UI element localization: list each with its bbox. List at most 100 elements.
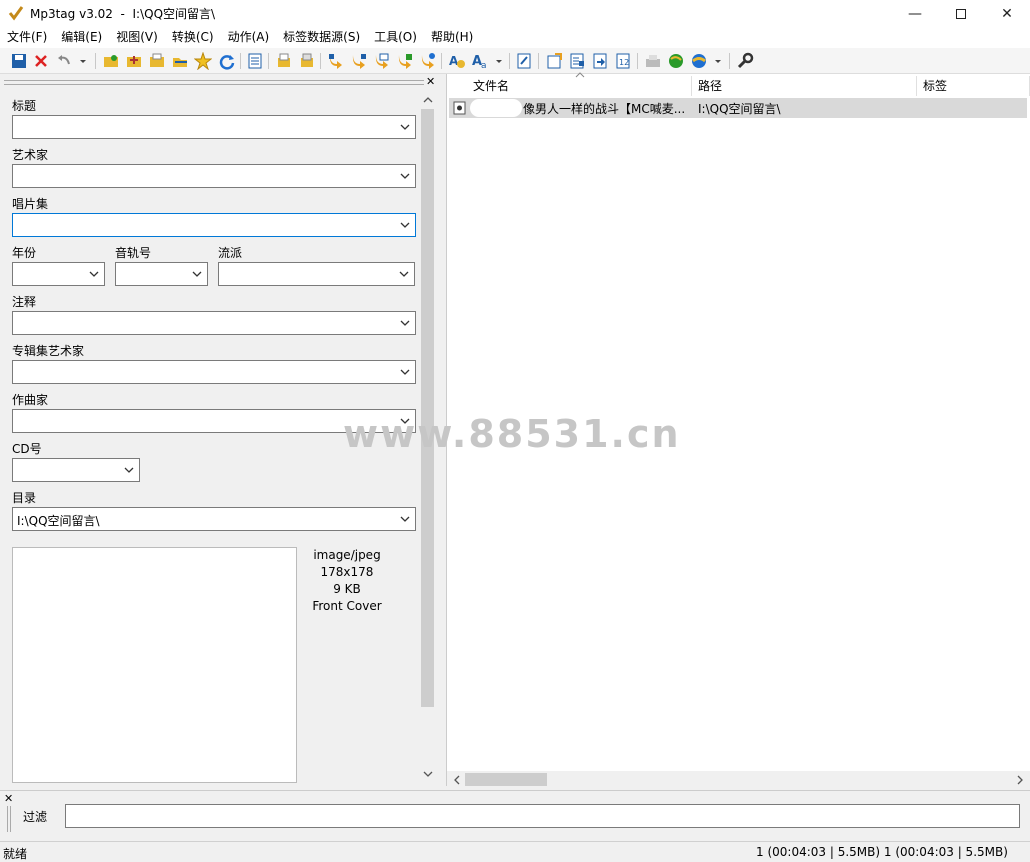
tag-sources-icon[interactable] [690,52,708,70]
close-icon: ✕ [1001,5,1013,22]
case-conversion-icon[interactable]: Aa [471,52,489,70]
save-icon[interactable] [10,52,28,70]
menu-file[interactable]: 文件(F) [0,27,54,48]
year-label: 年份 [12,246,37,260]
title-label: 标题 [12,99,37,113]
tag-tag-icon[interactable] [396,52,414,70]
menu-actions[interactable]: 动作(A) [221,27,277,48]
cd-field[interactable] [12,458,140,482]
extended-tags-icon[interactable] [515,52,533,70]
undo-icon[interactable] [55,52,73,70]
file-list-hscroll-thumb[interactable] [465,773,547,786]
watermark: www.88531.cn [343,412,681,456]
scroll-up-icon[interactable] [422,94,434,106]
album-artist-label: 专辑集艺术家 [12,344,85,358]
undo-dropdown-icon[interactable] [78,52,88,70]
toolbar: A Aa 12 [0,48,1030,74]
refresh-icon[interactable] [218,52,236,70]
open-folder-icon[interactable] [171,52,189,70]
column-path[interactable]: 路径 [692,76,917,96]
album-field[interactable] [12,213,416,237]
filter-input[interactable] [65,804,1020,828]
menu-view[interactable]: 视图(V) [109,27,165,48]
chevron-down-icon[interactable] [399,315,411,331]
audio-file-icon [453,101,466,115]
list-view-icon[interactable] [246,52,264,70]
filter-label: 过滤 [23,810,48,824]
menu-tools[interactable]: 工具(O) [367,27,424,48]
change-dir-icon[interactable] [102,52,120,70]
chevron-down-icon[interactable] [398,266,410,282]
cover-filesize: 9 KB [333,582,361,596]
column-tag[interactable]: 标签 [917,76,1030,96]
sort-ascending-icon [575,72,585,78]
cover-dimensions: 178x178 [320,565,374,579]
composer-label: 作曲家 [12,393,49,407]
playlist-icon[interactable] [568,52,586,70]
chevron-down-icon[interactable] [399,511,411,527]
menu-bar: 文件(F) 编辑(E) 视图(V) 转换(C) 动作(A) 标签数据源(S) 工… [0,27,1030,48]
tag-sources-dropdown-icon[interactable] [713,52,723,70]
status-ready: 就绪 [3,847,28,861]
minimize-button[interactable]: — [892,0,938,27]
cover-type: Front Cover [312,599,382,613]
favorites-star-icon[interactable] [194,52,212,70]
status-summary: 1 (00:04:03 | 5.5MB) 1 (00:04:03 | 5.5MB… [756,845,1008,859]
tag-filename-icon[interactable] [327,52,345,70]
chevron-down-icon[interactable] [88,266,100,282]
freedb-icon[interactable] [644,52,662,70]
scroll-right-icon[interactable] [1014,774,1026,786]
menu-tag-sources[interactable]: 标签数据源(S) [276,27,367,48]
album-artist-field[interactable] [12,360,416,384]
panel-close-icon[interactable]: ✕ [426,75,435,88]
replace-icon[interactable]: A [448,52,466,70]
scroll-down-icon[interactable] [422,768,434,780]
comment-field[interactable] [12,311,416,335]
filename-tag-icon[interactable] [350,52,368,70]
maximize-icon [956,8,966,19]
playlist-save-icon[interactable] [591,52,609,70]
cover-art[interactable] [12,547,297,783]
menu-help[interactable]: 帮助(H) [424,27,480,48]
album-label: 唱片集 [12,197,49,211]
directory-field[interactable]: I:\QQ空间留言\ [12,507,416,531]
options-wrench-icon[interactable] [736,52,754,70]
paste-tag-icon[interactable] [298,52,316,70]
panel-grip[interactable] [4,80,424,85]
app-checkmark-icon [8,6,24,21]
menu-edit[interactable]: 编辑(E) [54,27,109,48]
blurred-region [470,99,522,117]
add-dir-icon[interactable] [125,52,143,70]
remove-tag-icon[interactable] [32,52,50,70]
chevron-down-icon[interactable] [399,217,411,233]
copy-tag-icon[interactable] [275,52,293,70]
directory-label: 目录 [12,491,37,505]
genre-field[interactable] [218,262,415,286]
folder-icon[interactable] [148,52,166,70]
year-field[interactable] [12,262,105,286]
artist-label: 艺术家 [12,148,49,162]
title-field[interactable] [12,115,416,139]
track-field[interactable] [115,262,208,286]
column-filename[interactable]: 文件名 [467,76,692,96]
scroll-left-icon[interactable] [451,774,463,786]
actions-dropdown-icon[interactable] [494,52,504,70]
filter-grip[interactable] [7,806,11,832]
web-source-icon[interactable] [667,52,685,70]
chevron-down-icon[interactable] [123,462,135,478]
maximize-button[interactable] [938,0,984,27]
tag-export-icon[interactable] [419,52,437,70]
directory-value: I:\QQ空间留言\ [17,514,100,528]
artist-field[interactable] [12,164,416,188]
chevron-down-icon[interactable] [399,364,411,380]
close-button[interactable]: ✕ [984,0,1030,27]
chevron-down-icon[interactable] [399,119,411,135]
chevron-down-icon[interactable] [399,168,411,184]
filter-close-icon[interactable]: ✕ [4,792,13,805]
tag-panel-scroll-thumb[interactable] [421,109,434,707]
autonumber-icon[interactable]: 12 [614,52,632,70]
export-icon[interactable] [545,52,563,70]
text-tag-icon[interactable] [373,52,391,70]
menu-convert[interactable]: 转换(C) [165,27,221,48]
chevron-down-icon[interactable] [191,266,203,282]
